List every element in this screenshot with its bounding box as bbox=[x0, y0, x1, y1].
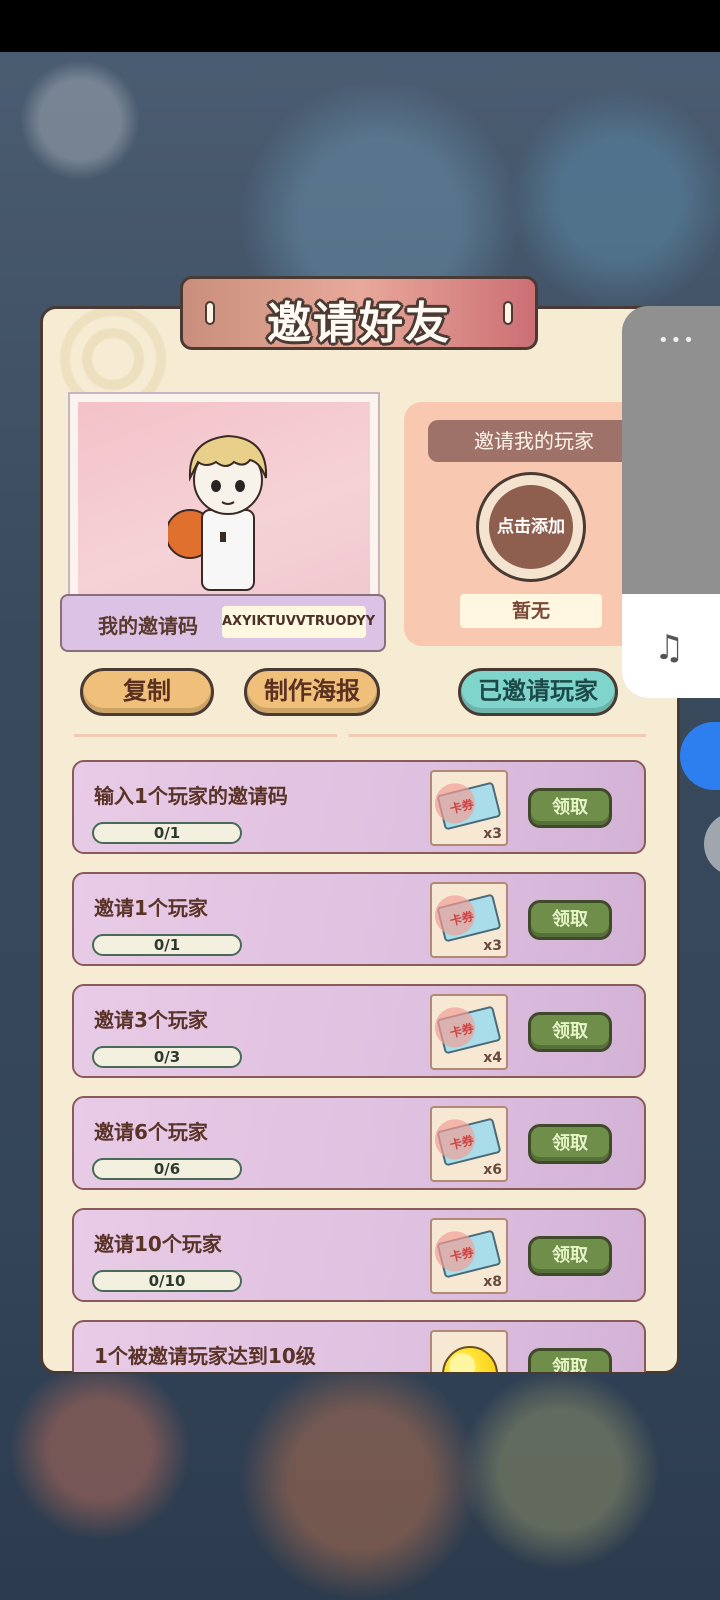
more-icon[interactable]: ••• bbox=[658, 330, 696, 351]
add-inviter-button[interactable]: 点击添加 bbox=[476, 472, 586, 582]
page-title: 邀请好友 bbox=[267, 298, 451, 349]
add-inviter-label: 点击添加 bbox=[487, 483, 575, 571]
task-row: 1个被邀请玩家达到10级 领取 bbox=[72, 1320, 646, 1372]
pin-icon bbox=[503, 301, 513, 325]
reward-slot: 卡券 x8 bbox=[430, 1218, 508, 1294]
reward-quantity: x3 bbox=[483, 938, 502, 954]
task-row: 邀请10个玩家 0/10 卡券 x8 领取 bbox=[72, 1208, 646, 1302]
claim-button[interactable]: 领取 bbox=[528, 1124, 612, 1164]
divider bbox=[74, 734, 646, 737]
coin-icon bbox=[442, 1346, 498, 1372]
reward-quantity: x3 bbox=[483, 826, 502, 842]
avatar bbox=[168, 434, 268, 591]
task-progress: 0/6 bbox=[92, 1158, 242, 1180]
task-row: 邀请1个玩家 0/1 卡券 x3 领取 bbox=[72, 872, 646, 966]
reward-quantity: x4 bbox=[483, 1050, 502, 1066]
invite-code-bar: 我的邀请码 AXYIKTUVVTRUODYY bbox=[60, 594, 386, 652]
inviter-box: 邀请我的玩家 点击添加 暂无 bbox=[404, 402, 640, 646]
claim-button[interactable]: 领取 bbox=[528, 788, 612, 828]
task-title: 邀请3个玩家 bbox=[94, 1008, 208, 1032]
reward-quantity: x6 bbox=[483, 1162, 502, 1178]
reward-slot bbox=[430, 1330, 508, 1372]
task-progress: 0/3 bbox=[92, 1046, 242, 1068]
ticket-icon: 卡券 bbox=[430, 1003, 502, 1055]
reward-slot: 卡券 x6 bbox=[430, 1106, 508, 1182]
invited-players-button[interactable]: 已邀请玩家 bbox=[458, 668, 618, 716]
ticket-icon: 卡券 bbox=[430, 1115, 502, 1167]
task-row: 邀请6个玩家 0/6 卡券 x6 领取 bbox=[72, 1096, 646, 1190]
make-poster-button[interactable]: 制作海报 bbox=[244, 668, 380, 716]
claim-button[interactable]: 领取 bbox=[528, 1236, 612, 1276]
reward-slot: 卡券 x4 bbox=[430, 994, 508, 1070]
task-row: 输入1个玩家的邀请码 0/1 卡券 x3 领取 bbox=[72, 760, 646, 854]
music-panel[interactable]: ♫ bbox=[622, 594, 720, 698]
ticket-icon: 卡券 bbox=[430, 891, 502, 943]
task-progress: 0/10 bbox=[92, 1270, 242, 1292]
ticket-icon: 卡券 bbox=[430, 779, 502, 831]
reward-slot: 卡券 x3 bbox=[430, 882, 508, 958]
copy-button[interactable]: 复制 bbox=[80, 668, 214, 716]
invite-code-value[interactable]: AXYIKTUVVTRUODYY bbox=[222, 606, 375, 638]
task-progress: 0/1 bbox=[92, 822, 242, 844]
music-note-icon[interactable]: ♫ bbox=[654, 628, 684, 668]
portrait-background bbox=[78, 402, 370, 600]
task-title: 输入1个玩家的邀请码 bbox=[94, 784, 288, 808]
title-banner: 邀请好友 bbox=[180, 276, 538, 350]
task-title: 邀请6个玩家 bbox=[94, 1120, 208, 1144]
avatar-portrait bbox=[68, 392, 380, 602]
claim-button[interactable]: 领取 bbox=[528, 1348, 612, 1372]
task-title: 邀请10个玩家 bbox=[94, 1232, 222, 1256]
reward-slot: 卡券 x3 bbox=[430, 770, 508, 846]
reward-quantity: x8 bbox=[483, 1274, 502, 1290]
task-progress: 0/1 bbox=[92, 934, 242, 956]
floating-side-panel[interactable]: ••• ♫ bbox=[622, 306, 720, 698]
task-row: 邀请3个玩家 0/3 卡券 x4 领取 bbox=[72, 984, 646, 1078]
inviter-status: 暂无 bbox=[460, 594, 602, 628]
claim-button[interactable]: 领取 bbox=[528, 1012, 612, 1052]
invite-code-label: 我的邀请码 bbox=[98, 614, 198, 638]
claim-button[interactable]: 领取 bbox=[528, 900, 612, 940]
task-title: 1个被邀请玩家达到10级 bbox=[94, 1344, 316, 1368]
task-title: 邀请1个玩家 bbox=[94, 896, 208, 920]
inviter-header: 邀请我的玩家 bbox=[428, 420, 640, 462]
status-bar bbox=[0, 0, 720, 52]
ticket-icon: 卡券 bbox=[430, 1227, 502, 1279]
